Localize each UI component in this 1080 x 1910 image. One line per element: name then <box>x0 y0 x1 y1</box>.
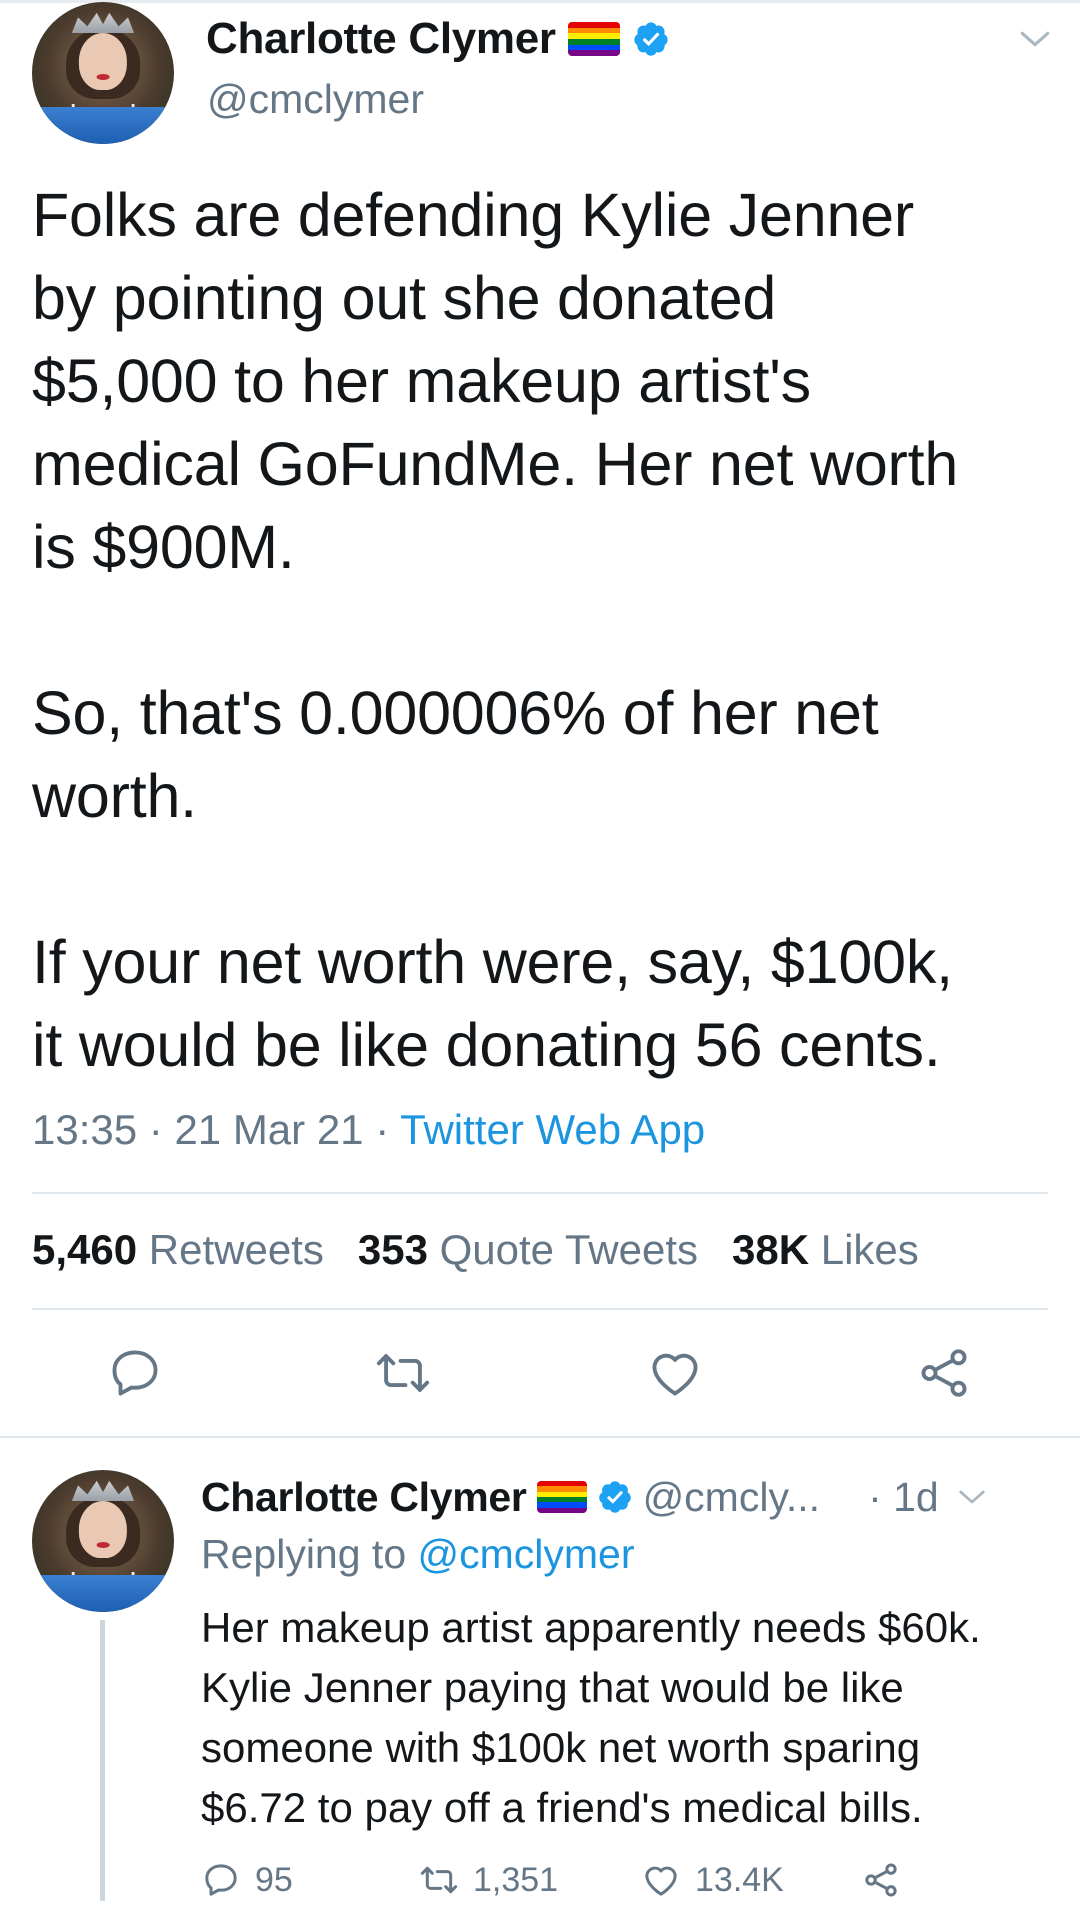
reply-share-action[interactable] <box>861 1860 901 1900</box>
reply-author-handle[interactable]: @cmcly... <box>643 1474 821 1521</box>
reply-retweet-action[interactable]: 1,351 <box>419 1860 558 1900</box>
author-name-row: Charlotte Clymer <box>206 12 670 66</box>
share-icon[interactable] <box>915 1344 973 1402</box>
reply-author-avatar[interactable] <box>32 1470 174 1612</box>
like-icon[interactable] <box>646 1344 704 1402</box>
like-count: 13.4K <box>695 1860 784 1899</box>
tweet-source-link[interactable]: Twitter Web App <box>400 1106 705 1153</box>
retweet-count: 1,351 <box>473 1860 559 1899</box>
like-icon[interactable] <box>641 1860 681 1900</box>
rainbow-flag-icon <box>567 22 620 56</box>
reply-header: Charlotte Clymer @cmcly... · 1d <box>201 1470 1056 1524</box>
tweet-stats: 5,460 Retweets 353 Quote Tweets 38K Like… <box>32 1226 919 1274</box>
replying-to-mention[interactable]: @cmclymer <box>418 1531 635 1577</box>
chevron-down-icon[interactable] <box>957 1482 987 1512</box>
tweet-date: 21 Mar 21 <box>174 1106 364 1153</box>
meta-separator: · <box>137 1106 175 1153</box>
replying-to: Replying to @cmclymer <box>201 1531 635 1578</box>
tweet-text: Folks are defending Kylie Jenner by poin… <box>32 181 959 1079</box>
tweet-actions <box>0 1344 1080 1408</box>
tweet-meta: 13:35 · 21 Mar 21 · Twitter Web App <box>32 1106 705 1154</box>
reply-icon[interactable] <box>201 1860 241 1900</box>
retweet-icon[interactable] <box>374 1344 432 1402</box>
likes-stat[interactable]: 38K Likes <box>732 1226 919 1274</box>
share-icon[interactable] <box>861 1860 901 1900</box>
author-handle[interactable]: @cmclymer <box>207 76 424 123</box>
meta-separator: · <box>363 1106 401 1153</box>
author-avatar[interactable] <box>32 2 174 144</box>
reply-count: 95 <box>255 1860 293 1899</box>
reply-actions: 95 1,351 13.4K <box>201 1860 1061 1910</box>
reply-time: · 1d <box>868 1473 939 1520</box>
quote-tweets-stat[interactable]: 353 Quote Tweets <box>358 1226 698 1274</box>
replying-prefix: Replying to <box>201 1531 418 1577</box>
reply-author-display-name[interactable]: Charlotte Clymer <box>201 1474 527 1521</box>
verified-badge-icon <box>598 1481 631 1513</box>
top-divider <box>0 0 1080 3</box>
retweets-stat[interactable]: 5,460 Retweets <box>32 1226 324 1274</box>
reply-text: Her makeup artist apparently needs $60k.… <box>201 1604 981 1831</box>
tweet-time: 13:35 <box>32 1106 138 1153</box>
reply-reply-action[interactable]: 95 <box>201 1860 293 1900</box>
verified-badge-icon <box>634 22 668 56</box>
reply-icon[interactable] <box>106 1344 164 1402</box>
tweet-separator <box>0 1436 1080 1438</box>
author-display-name[interactable]: Charlotte Clymer <box>206 14 556 64</box>
thread-line <box>100 1620 105 1901</box>
chevron-down-icon[interactable] <box>1018 22 1052 56</box>
stats-divider-top <box>32 1192 1048 1194</box>
rainbow-flag-icon <box>536 1481 587 1513</box>
stats-divider-bottom <box>32 1308 1048 1310</box>
retweet-icon[interactable] <box>419 1860 459 1900</box>
reply-like-action[interactable]: 13.4K <box>641 1860 784 1900</box>
